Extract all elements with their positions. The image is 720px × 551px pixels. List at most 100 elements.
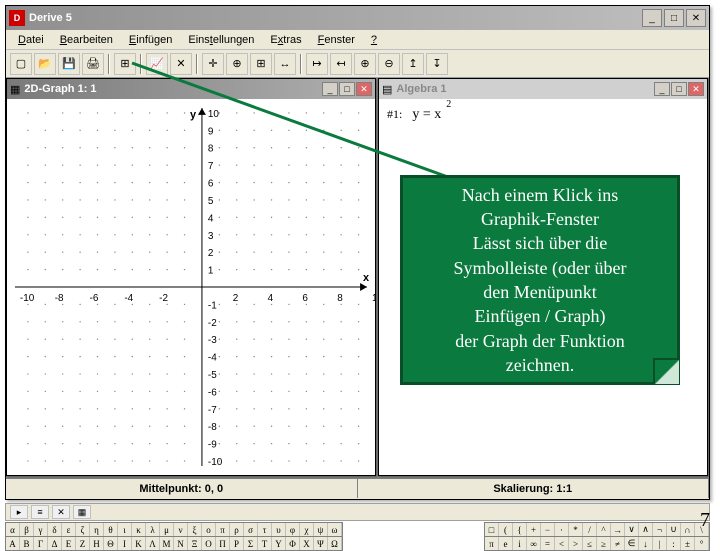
symbol-Μ[interactable]: Μ [160, 537, 174, 550]
algebra-maximize-button[interactable]: □ [671, 82, 687, 96]
symbol-^[interactable]: ^ [597, 523, 611, 536]
symbol-π[interactable]: π [485, 537, 499, 550]
symbol-∨[interactable]: ∨ [625, 523, 639, 536]
symbol->[interactable]: > [569, 537, 583, 550]
input-btn-4[interactable]: ▦ [73, 505, 91, 519]
center-cross-button[interactable]: ⊞ [250, 53, 272, 75]
zoom-in-y-button[interactable]: ↥ [402, 53, 424, 75]
center-origin-button[interactable]: ⊕ [226, 53, 248, 75]
symbol-Υ[interactable]: Υ [272, 537, 286, 550]
symbol-χ[interactable]: χ [300, 523, 314, 536]
graph-minimize-button[interactable]: _ [322, 82, 338, 96]
expression-row[interactable]: #1: y = x2 [387, 107, 699, 123]
set-range-button[interactable]: ↔ [274, 53, 296, 75]
input-btn-3[interactable]: ✕ [52, 505, 70, 519]
symbol-+[interactable]: + [527, 523, 541, 536]
symbol-ψ[interactable]: ψ [314, 523, 328, 536]
symbol-≠[interactable]: ≠ [611, 537, 625, 550]
symbol-α[interactable]: α [6, 523, 20, 536]
window-button[interactable]: ⊞ [114, 53, 136, 75]
graph-maximize-button[interactable]: □ [339, 82, 355, 96]
symbol-ρ[interactable]: ρ [230, 523, 244, 536]
symbol-Ζ[interactable]: Ζ [76, 537, 90, 550]
symbol-Η[interactable]: Η [90, 537, 104, 550]
plot-button[interactable]: 📈 [146, 53, 168, 75]
symbol-Λ[interactable]: Λ [146, 537, 160, 550]
symbol-ι[interactable]: ι [118, 523, 132, 536]
minimize-button[interactable]: _ [642, 9, 662, 27]
menu-datei[interactable]: Datei [10, 32, 52, 48]
symbol-λ[interactable]: λ [146, 523, 160, 536]
zoom-out-x-button[interactable]: ↤ [330, 53, 352, 75]
graph-close-button[interactable]: ✕ [356, 82, 372, 96]
save-button[interactable]: 💾 [58, 53, 80, 75]
symbol-β[interactable]: β [20, 523, 34, 536]
trace-button[interactable]: ✛ [202, 53, 224, 75]
symbol-μ[interactable]: μ [160, 523, 174, 536]
symbol-Ν[interactable]: Ν [174, 537, 188, 550]
symbol-|[interactable]: | [653, 537, 667, 550]
symbol-Ξ[interactable]: Ξ [188, 537, 202, 550]
symbol-Τ[interactable]: Τ [258, 537, 272, 550]
graph-titlebar[interactable]: ▦ 2D-Graph 1: 1 _ □ ✕ [7, 79, 375, 99]
menu-help[interactable]: ? [363, 32, 385, 48]
symbol-ν[interactable]: ν [174, 523, 188, 536]
symbol-≤[interactable]: ≤ [583, 537, 597, 550]
symbol-∩[interactable]: ∩ [681, 523, 695, 536]
symbol-→[interactable]: → [611, 523, 625, 536]
close-button[interactable]: ✕ [686, 9, 706, 27]
symbol-η[interactable]: η [90, 523, 104, 536]
symbol-Θ[interactable]: Θ [104, 537, 118, 550]
symbol-Γ[interactable]: Γ [34, 537, 48, 550]
symbol-Π[interactable]: Π [216, 537, 230, 550]
symbol-±[interactable]: ± [681, 537, 695, 550]
graph-canvas[interactable]: x y -10-8-6-4-2246810 -10-9-8-7-6-5-4-3-… [7, 99, 375, 475]
symbol-e[interactable]: e [499, 537, 513, 550]
zoom-out-button[interactable]: ⊖ [378, 53, 400, 75]
zoom-in-x-button[interactable]: ↦ [306, 53, 328, 75]
symbol-i[interactable]: i [513, 537, 527, 550]
symbol-ζ[interactable]: ζ [76, 523, 90, 536]
symbol-<[interactable]: < [555, 537, 569, 550]
symbol-Δ[interactable]: Δ [48, 537, 62, 550]
symbol-κ[interactable]: κ [132, 523, 146, 536]
symbol-≥[interactable]: ≥ [597, 537, 611, 550]
new-button[interactable]: ▢ [10, 53, 32, 75]
symbol-−[interactable]: − [541, 523, 555, 536]
symbol-δ[interactable]: δ [48, 523, 62, 536]
symbol-Β[interactable]: Β [20, 537, 34, 550]
open-button[interactable]: 📂 [34, 53, 56, 75]
symbol-Κ[interactable]: Κ [132, 537, 146, 550]
symbol-Ρ[interactable]: Ρ [230, 537, 244, 550]
symbol-↓[interactable]: ↓ [639, 537, 653, 550]
symbol-*[interactable]: * [569, 523, 583, 536]
symbol-σ[interactable]: σ [244, 523, 258, 536]
symbol-Ε[interactable]: Ε [62, 537, 76, 550]
symbol-∞[interactable]: ∞ [527, 537, 541, 550]
menu-extras[interactable]: Extras [262, 32, 309, 48]
symbol-γ[interactable]: γ [34, 523, 48, 536]
zoom-in-button[interactable]: ⊕ [354, 53, 376, 75]
symbol-π[interactable]: π [216, 523, 230, 536]
delete-button[interactable]: ✕ [170, 53, 192, 75]
symbol-Φ[interactable]: Φ [286, 537, 300, 550]
symbol-/[interactable]: / [583, 523, 597, 536]
symbol-¬[interactable]: ¬ [653, 523, 667, 536]
symbol-Σ[interactable]: Σ [244, 537, 258, 550]
symbol-∪[interactable]: ∪ [667, 523, 681, 536]
symbol-ε[interactable]: ε [62, 523, 76, 536]
symbol-ο[interactable]: ο [202, 523, 216, 536]
symbol-Ψ[interactable]: Ψ [314, 537, 328, 550]
symbol-φ[interactable]: φ [286, 523, 300, 536]
zoom-out-y-button[interactable]: ↧ [426, 53, 448, 75]
symbol-:[interactable]: : [667, 537, 681, 550]
symbol-{[interactable]: { [513, 523, 527, 536]
menu-bearbeiten[interactable]: Bearbeiten [52, 32, 121, 48]
symbol-([interactable]: ( [499, 523, 513, 536]
algebra-minimize-button[interactable]: _ [654, 82, 670, 96]
input-btn-1[interactable]: ▸ [10, 505, 28, 519]
menu-einfuegen[interactable]: Einfügen [121, 32, 180, 48]
algebra-close-button[interactable]: ✕ [688, 82, 704, 96]
maximize-button[interactable]: □ [664, 9, 684, 27]
symbol-□[interactable]: □ [485, 523, 499, 536]
